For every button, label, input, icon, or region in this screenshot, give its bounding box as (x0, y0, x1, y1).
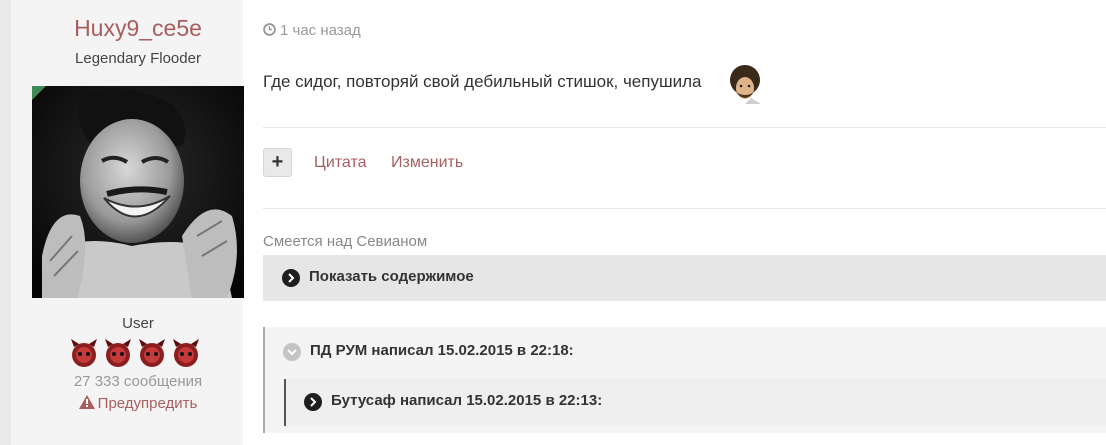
author-title: Legendary Flooder (75, 50, 201, 67)
rank-icons (68, 337, 202, 369)
chevron-right-circle-icon[interactable] (304, 393, 322, 416)
warning-triangle-icon (78, 395, 95, 413)
spoiler-title: Смеется над Севианом (263, 233, 428, 250)
rank-devil-icon (102, 337, 134, 369)
plus-icon: + (271, 151, 284, 173)
chevron-down-circle-icon[interactable] (283, 343, 301, 366)
edit-link[interactable]: Изменить (391, 154, 463, 172)
author-group: User (122, 315, 154, 332)
spoiler-toggle-label: Показать содержимое (309, 268, 474, 285)
chevron-right-circle-icon (282, 269, 300, 292)
bob-ross-emoticon (725, 64, 765, 104)
rank-devil-icon (170, 337, 202, 369)
rank-devil-icon (68, 337, 100, 369)
warn-label: Предупредить (97, 395, 198, 412)
spoiler-toggle[interactable]: Показать содержимое (263, 255, 1106, 301)
post-count[interactable]: 27 333 сообщения (0, 373, 276, 390)
nested-quote-header: Бутусаф написал 15.02.2015 в 22:13: (331, 392, 603, 409)
online-indicator (32, 86, 46, 100)
divider (263, 208, 1106, 209)
quote-link[interactable]: Цитата (314, 154, 367, 172)
quote-header: ПД РУМ написал 15.02.2015 в 22:18: (310, 342, 574, 359)
avatar[interactable] (32, 86, 244, 298)
post-text: Где сидог, повторяй свой дебильный стишо… (263, 72, 702, 91)
clock-icon (263, 23, 276, 36)
author-name[interactable]: Huxy9_ce5e (0, 15, 276, 42)
post-time: 1 час назад (280, 22, 361, 39)
divider (263, 127, 1106, 128)
rank-devil-icon (136, 337, 168, 369)
post-timestamp[interactable]: 1 час назад (263, 22, 361, 39)
plus-button[interactable]: + (263, 148, 292, 177)
nested-quote-block: Бутусаф написал 15.02.2015 в 22:13: (284, 379, 1106, 426)
warn-link[interactable]: Предупредить (0, 395, 276, 413)
